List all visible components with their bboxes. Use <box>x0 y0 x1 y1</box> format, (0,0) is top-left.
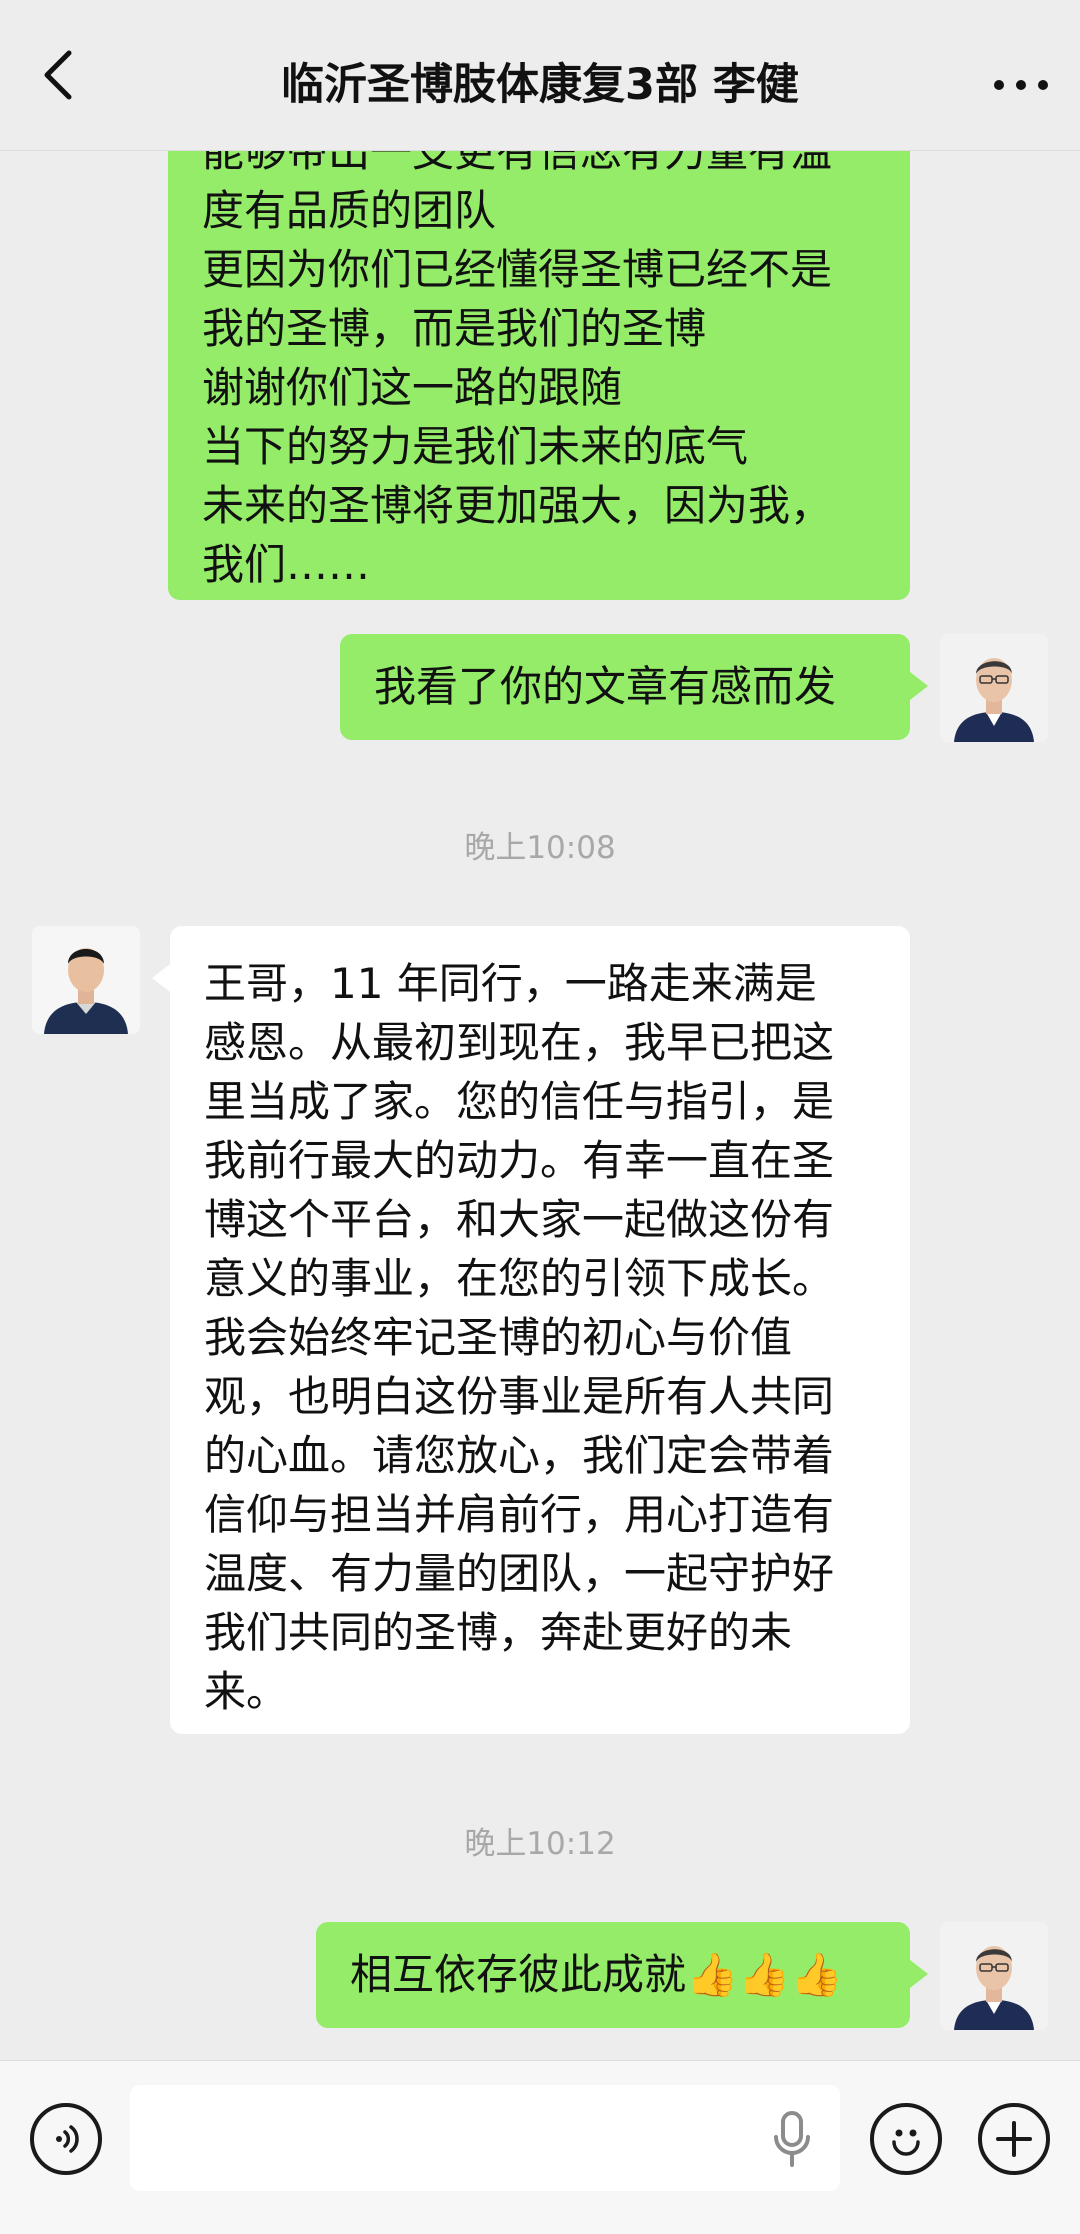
timestamp: 晚上10:12 <box>464 1826 616 1862</box>
person-avatar-icon <box>940 1922 1048 2030</box>
plus-icon <box>996 2121 1032 2157</box>
message-input[interactable] <box>130 2085 840 2191</box>
avatar-contact[interactable] <box>32 926 140 1034</box>
person-avatar-icon <box>940 634 1048 742</box>
message-bubble-received[interactable]: 王哥，11 年同行，一路走来满是 感恩。从最初到现在，我早已把这 里当成了家。您… <box>152 926 910 1734</box>
more-button[interactable] <box>986 50 1056 120</box>
avatar-self[interactable] <box>940 1922 1048 2030</box>
chevron-left-icon <box>44 50 72 100</box>
avatar-self[interactable] <box>940 634 1048 742</box>
chat-screen: 能够带出一支更有信念有力量有温 度有品质的团队 更因为你们已经懂得圣博已经不是 … <box>0 0 1080 2234</box>
voice-button[interactable] <box>30 2103 102 2175</box>
voice-icon <box>56 2125 79 2153</box>
back-button[interactable] <box>26 36 90 114</box>
timestamp: 晚上10:08 <box>464 830 616 866</box>
message-bubble-sent[interactable]: 相互依存彼此成就👍👍👍 <box>316 1922 928 2028</box>
emoji-icon <box>892 2129 920 2156</box>
input-bar <box>0 2060 1080 2234</box>
person-avatar-icon <box>32 926 140 1034</box>
microphone-icon[interactable] <box>770 2109 814 2169</box>
message-list[interactable]: 能够带出一支更有信念有力量有温 度有品质的团队 更因为你们已经懂得圣博已经不是 … <box>0 0 1080 2060</box>
emoji-button[interactable] <box>870 2103 942 2175</box>
message-bubble-sent[interactable]: 我看了你的文章有感而发 <box>340 634 928 740</box>
chat-header: 临沂圣博肢体康复3部 李健 <box>0 0 1080 151</box>
chat-title: 临沂圣博肢体康复3部 李健 <box>281 60 799 110</box>
more-dots-icon <box>994 80 1048 90</box>
add-button[interactable] <box>978 2103 1050 2175</box>
message-bubble-sent[interactable]: 能够带出一支更有信念有力量有温 度有品质的团队 更因为你们已经懂得圣博已经不是 … <box>168 108 910 600</box>
